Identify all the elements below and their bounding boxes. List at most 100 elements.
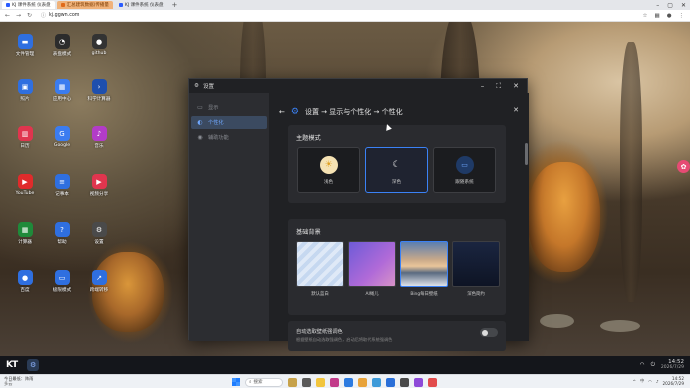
back-arrow-icon[interactable]: ←: [279, 108, 285, 116]
google-icon: G: [54, 126, 70, 141]
help-icon: ?: [54, 222, 70, 237]
background-option-bing[interactable]: Bing每日壁纸: [400, 241, 448, 299]
weather-widget[interactable]: 今日最低：阵雨 多云: [4, 376, 33, 386]
desktop-icon[interactable]: ▦ 应用中心: [45, 79, 79, 102]
minimize-icon[interactable]: –: [481, 82, 485, 90]
tray-chevron-icon[interactable]: ^: [632, 379, 636, 384]
sidebar-item-display[interactable]: ▭ 显示: [191, 101, 267, 114]
desktop-icon[interactable]: ◔ 表盘模式: [45, 34, 79, 57]
windows-taskbar: 今日最低：阵雨 多云 ⌕ 搜索 ^ 中 ◠ ♪ 14:52 2026/7/29: [0, 374, 690, 388]
start-icon[interactable]: [232, 378, 240, 386]
taskbar-search[interactable]: ⌕ 搜索: [245, 377, 283, 387]
close-icon[interactable]: ✕: [681, 2, 686, 9]
theme-option-light[interactable]: ☀ 浅色: [297, 147, 360, 193]
scrollbar-thumb[interactable]: [525, 143, 528, 165]
taskbar-app-icon[interactable]: [358, 377, 367, 387]
forward-icon[interactable]: →: [15, 12, 22, 19]
background-option-label: AI绳儿: [365, 292, 379, 297]
sidebar-item-personalization[interactable]: ◐ 个性化: [191, 116, 267, 129]
gear-icon: ⚙: [290, 107, 299, 117]
star-icon[interactable]: ☆: [643, 13, 648, 19]
url-field[interactable]: ⓘ kj.ggwn.com: [37, 11, 83, 20]
extensions-icon[interactable]: ▦: [654, 13, 659, 19]
power-icon[interactable]: ⏻: [651, 362, 655, 369]
desktop-icon[interactable]: ▶ YouTube: [8, 174, 42, 196]
back-icon[interactable]: ←: [4, 12, 11, 19]
background-option-dark[interactable]: 深色简约: [452, 241, 500, 299]
desktop-icon[interactable]: ▶ 视频分享: [82, 174, 116, 197]
site-info-icon[interactable]: ⓘ: [41, 12, 46, 19]
maximize-icon[interactable]: ▢: [667, 2, 673, 9]
settings-dock-icon[interactable]: ⚙: [27, 359, 40, 371]
close-icon[interactable]: ✕: [513, 82, 519, 90]
desktop-icon[interactable]: › 科学计算器: [82, 79, 116, 102]
language-indicator[interactable]: 中: [640, 378, 644, 384]
background-thumbnail: [400, 241, 448, 287]
desktop-icon[interactable]: ● github: [82, 34, 116, 56]
taskbar-app-icon[interactable]: [330, 377, 339, 387]
desktop-icon-label: 日历: [20, 144, 30, 149]
desktop-icon[interactable]: ↗ 跨端转移: [82, 270, 116, 293]
theme-option-system[interactable]: ▭ 跟随系统: [433, 147, 496, 193]
desktop-icon[interactable]: ● 百度: [8, 270, 42, 293]
desktop-icon[interactable]: ▭ 极限模式: [45, 270, 79, 293]
theme-option-dark[interactable]: ☾ 深色: [365, 147, 428, 193]
rock: [540, 314, 574, 328]
taskbar-app-icon[interactable]: [414, 377, 423, 387]
browser-tab[interactable]: KJ 课件系统 仪表盘: [2, 1, 55, 9]
browser-tab[interactable]: KJ 课件系统 仪表盘: [115, 1, 168, 9]
sidebar-item-accessibility[interactable]: ◉ 辅助功能: [191, 131, 267, 144]
sidebar-item-label: 个性化: [208, 120, 224, 126]
theme-mode-section: 主题模式 ☀ 浅色 ☾ 深色 ▭ 跟随系统: [288, 125, 506, 203]
calculator-icon: ▦: [17, 222, 33, 237]
desktop-icon-label: 视频分享: [89, 192, 109, 197]
desktop-icon-label: 应用中心: [52, 97, 72, 102]
desktop-icon[interactable]: ⚙ 设置: [82, 222, 116, 245]
brush-icon: ◐: [197, 119, 203, 126]
transfer-icon: ↗: [91, 270, 107, 285]
taskbar-app-icon[interactable]: [400, 377, 409, 387]
desktop-icon[interactable]: ▦ 计算器: [8, 222, 42, 245]
moon-icon: ☾: [392, 159, 401, 170]
browser-tab-strip: KJ 课件系统 仪表盘 汇总建筑数据(传播量 KJ 课件系统 仪表盘 + – ▢…: [0, 0, 690, 10]
desktop-icon[interactable]: ▣ 照片: [8, 79, 42, 102]
scrollbar[interactable]: [525, 127, 528, 337]
desktop-icon[interactable]: G Google: [45, 126, 79, 148]
minimize-icon[interactable]: –: [656, 2, 659, 9]
wifi-icon[interactable]: ◠: [648, 379, 652, 384]
background-option-ai[interactable]: AI绳儿: [348, 241, 396, 299]
volume-icon[interactable]: ♪: [656, 379, 659, 384]
desktop-icon-label: 表盘模式: [52, 52, 72, 57]
tab-label: 汇总建筑数据(传播量: [66, 3, 109, 8]
kt-logo[interactable]: KT: [6, 360, 18, 370]
close-icon[interactable]: ✕: [513, 106, 519, 114]
taskbar-app-icon[interactable]: [288, 377, 297, 387]
folder-icon[interactable]: [316, 377, 325, 387]
floating-assistant-icon[interactable]: ✿: [677, 160, 690, 173]
wifi-icon[interactable]: ◠: [640, 362, 645, 368]
background-option-default[interactable]: 默认蓝白: [296, 241, 344, 299]
menu-icon[interactable]: ⋮: [679, 13, 685, 19]
desktop-icon[interactable]: ♪ 音乐: [82, 126, 116, 149]
desktop: ▬ 文件管理 ◔ 表盘模式 ● github ▣ 照片 ▦ 应用中心 › 科学计算器 ▥ 日历 G Googl…: [0, 22, 690, 356]
new-tab-button[interactable]: +: [172, 1, 178, 9]
taskbar-app-icon[interactable]: [302, 377, 311, 387]
maximize-icon[interactable]: ⛶: [496, 82, 501, 91]
profile-icon[interactable]: ●: [667, 13, 672, 19]
desktop-icon-label: 跨端转移: [89, 288, 109, 293]
theme-option-label: 浅色: [323, 179, 334, 185]
edge-icon[interactable]: [344, 377, 353, 387]
taskbar-app-icon[interactable]: [372, 377, 381, 387]
desktop-icon[interactable]: ≡ 记事本: [45, 174, 79, 197]
taskbar-app-icon[interactable]: [428, 377, 437, 387]
page-header: ← ⚙ 设置 → 显示与个性化 → 个性化 ✕: [279, 106, 519, 118]
desktop-icon[interactable]: ? 帮助: [45, 222, 79, 245]
reload-icon[interactable]: ↻: [26, 12, 33, 19]
browser-tab[interactable]: 汇总建筑数据(传播量: [56, 1, 113, 9]
settings-content: ← ⚙ 设置 → 显示与个性化 → 个性化 ✕ 主题模式 ☀ 浅色 ☾ 深色 ▭…: [269, 93, 529, 351]
auto-accent-toggle[interactable]: [480, 328, 498, 337]
desktop-icon[interactable]: ▬ 文件管理: [8, 34, 42, 57]
desktop-icon[interactable]: ▥ 日历: [8, 126, 42, 149]
taskbar-app-icon[interactable]: [386, 377, 395, 387]
youtube-icon: ▶: [17, 174, 33, 189]
